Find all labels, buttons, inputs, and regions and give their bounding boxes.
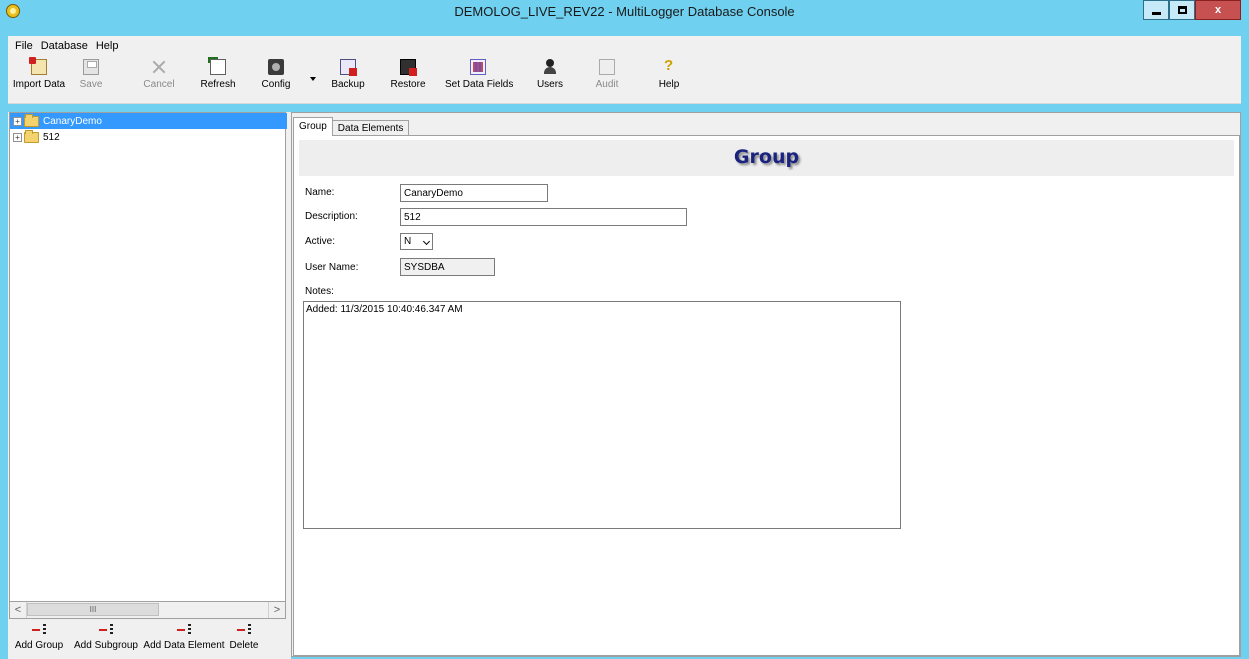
users-label: Users — [536, 79, 564, 90]
right-pane: Group Data Elements Group Name: Descript… — [291, 112, 1241, 657]
description-label: Description: — [305, 211, 358, 222]
tree-node-512[interactable]: + 512 — [10, 130, 61, 145]
active-label: Active: — [305, 236, 336, 247]
save-icon — [83, 59, 99, 75]
refresh-icon — [208, 57, 226, 75]
notes-textarea[interactable]: Added: 11/3/2015 10:40:46.347 AM — [303, 301, 901, 529]
audit-icon — [599, 59, 615, 75]
backup-button[interactable]: Backup — [330, 59, 366, 90]
name-field[interactable] — [400, 184, 548, 202]
active-select[interactable]: N — [400, 233, 433, 250]
username-label: User Name: — [305, 262, 359, 273]
scroll-thumb[interactable]: III — [27, 603, 159, 616]
delete-button[interactable]: Delete — [228, 624, 260, 651]
save-button[interactable]: Save — [74, 59, 108, 90]
add-subgroup-icon — [99, 624, 113, 636]
tree-node-label: 512 — [43, 132, 60, 143]
config-button[interactable]: Config — [260, 59, 292, 90]
audit-label: Audit — [595, 79, 619, 90]
maximize-button[interactable] — [1169, 0, 1195, 20]
minimize-icon — [1151, 11, 1161, 15]
restore-label: Restore — [390, 79, 426, 90]
username-field[interactable] — [400, 258, 495, 276]
set-data-fields-button[interactable]: Set Data Fields — [445, 59, 514, 90]
scroll-left-icon[interactable]: < — [10, 602, 27, 618]
backup-label: Backup — [331, 79, 365, 90]
notes-label: Notes: — [305, 286, 334, 297]
set-data-fields-icon — [470, 59, 486, 75]
close-button[interactable]: x — [1195, 0, 1241, 20]
config-icon — [268, 59, 284, 75]
group-tab-page: Group Name: Description: Active: N User … — [293, 135, 1240, 656]
import-data-button[interactable]: Import Data — [8, 57, 70, 90]
tree-node-canarydemo[interactable]: + CanaryDemo — [10, 114, 103, 129]
app-window: DEMOLOG_LIVE_REV22 - MultiLogger Databas… — [0, 0, 1249, 659]
group-tree[interactable]: + CanaryDemo + 512 — [9, 112, 287, 602]
backup-icon — [340, 59, 357, 76]
name-label: Name: — [305, 187, 335, 198]
menu-help[interactable]: Help — [92, 40, 123, 52]
toolbar: Import Data Save Cancel Refresh Config B… — [8, 55, 1241, 104]
menu-bar: File Database Help — [8, 36, 1241, 55]
cancel-button[interactable]: Cancel — [142, 59, 176, 90]
title-bar[interactable]: DEMOLOG_LIVE_REV22 - MultiLogger Databas… — [0, 0, 1249, 24]
window-title: DEMOLOG_LIVE_REV22 - MultiLogger Databas… — [454, 4, 795, 19]
add-data-element-label: Add Data Element — [143, 640, 225, 651]
maximize-icon — [1177, 6, 1187, 14]
cancel-icon — [151, 59, 167, 75]
refresh-label: Refresh — [200, 79, 236, 90]
add-data-element-button[interactable]: Add Data Element — [142, 624, 226, 651]
folder-icon — [24, 130, 39, 143]
add-group-button[interactable]: Add Group — [10, 624, 68, 651]
window-controls: x — [1143, 0, 1241, 20]
expand-icon[interactable]: + — [13, 117, 22, 126]
description-field[interactable] — [400, 208, 687, 226]
folder-icon — [24, 114, 39, 127]
help-button[interactable]: Help — [656, 57, 682, 90]
restore-button[interactable]: Restore — [388, 59, 428, 90]
expand-icon[interactable]: + — [13, 133, 22, 142]
menu-file[interactable]: File — [11, 40, 37, 52]
users-button[interactable]: Users — [534, 59, 566, 90]
active-selected-value: N — [404, 236, 412, 247]
cancel-label: Cancel — [143, 79, 175, 90]
scroll-right-icon[interactable]: > — [268, 602, 285, 618]
menu-database[interactable]: Database — [37, 40, 92, 52]
group-banner-title: Group — [733, 146, 800, 168]
audit-button[interactable]: Audit — [592, 59, 622, 90]
config-label: Config — [261, 79, 291, 90]
tab-group[interactable]: Group — [293, 117, 333, 136]
config-dropdown-icon[interactable] — [310, 77, 316, 81]
left-pane: + CanaryDemo + 512 < III > Add Group Add… — [8, 112, 288, 659]
tree-node-label: CanaryDemo — [42, 116, 103, 127]
import-data-icon — [29, 57, 47, 75]
tree-horizontal-scrollbar[interactable]: < III > — [9, 602, 286, 619]
delete-icon — [237, 624, 251, 636]
help-label: Help — [658, 79, 680, 90]
add-group-icon — [32, 624, 46, 636]
add-subgroup-label: Add Subgroup — [74, 640, 138, 651]
delete-label: Delete — [229, 640, 259, 651]
add-subgroup-button[interactable]: Add Subgroup — [72, 624, 140, 651]
refresh-button[interactable]: Refresh — [198, 57, 238, 90]
help-icon — [661, 57, 677, 75]
tree-actions: Add Group Add Subgroup Add Data Element … — [8, 620, 288, 659]
set-data-fields-label: Set Data Fields — [445, 79, 514, 90]
import-data-label: Import Data — [12, 79, 66, 90]
tab-data-elements[interactable]: Data Elements — [331, 120, 410, 136]
minimize-button[interactable] — [1143, 0, 1169, 20]
save-label: Save — [79, 79, 103, 90]
close-icon: x — [1214, 4, 1222, 16]
restore-icon — [400, 59, 417, 76]
chevron-down-icon — [422, 237, 431, 246]
users-icon — [542, 59, 558, 75]
add-group-label: Add Group — [14, 640, 64, 651]
add-data-element-icon — [177, 624, 191, 636]
scroll-track[interactable]: III — [27, 602, 268, 618]
group-banner: Group — [299, 140, 1234, 176]
tab-strip: Group Data Elements — [293, 117, 410, 136]
